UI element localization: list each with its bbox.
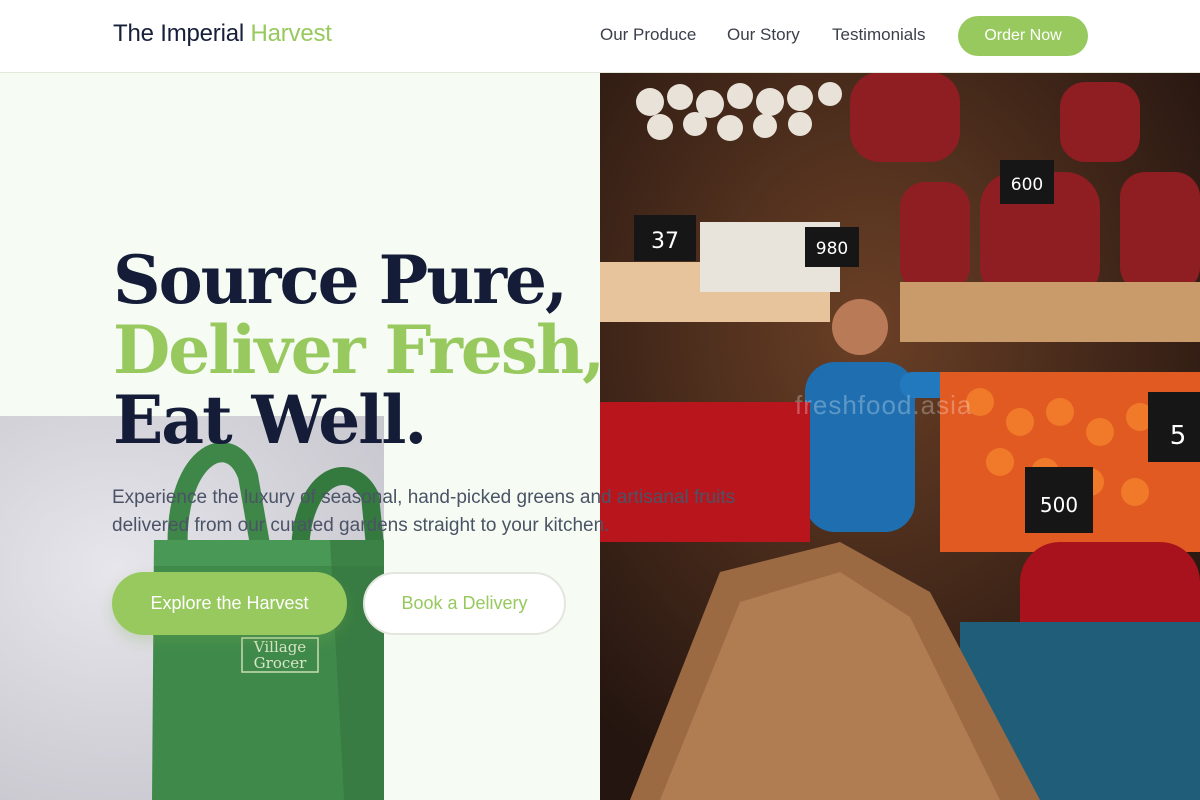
price-tag-5: 5 [1170, 421, 1187, 451]
hero-heading-line-2: Deliver Fresh, [113, 311, 605, 389]
brand-name-accent: Harvest [250, 20, 332, 47]
order-now-button[interactable]: Order Now [958, 16, 1088, 56]
hero-heading-line-1: Source Pure, [113, 241, 568, 319]
price-tag-1: 600 [1011, 175, 1043, 195]
image-watermark: freshfood.asia [795, 390, 973, 420]
hero-heading-line-3: Eat Well. [113, 381, 427, 459]
hero-subtitle: Experience the luxury of seasonal, hand-… [112, 487, 736, 536]
book-delivery-button[interactable]: Book a Delivery [363, 572, 566, 635]
brand-logo[interactable]: The Imperial Harvest [113, 20, 332, 48]
site-header: The Imperial Harvest Our Produce Our Sto… [0, 0, 1200, 73]
price-tag-4: 500 [1040, 493, 1078, 517]
explore-harvest-button[interactable]: Explore the Harvest [112, 572, 347, 635]
price-tag-2: 980 [816, 239, 848, 259]
nav-link-our-produce[interactable]: Our Produce [600, 25, 696, 45]
market-stall-illustration: 600 980 37 500 5 [600, 72, 1200, 800]
hero-heading: Source Pure, Deliver Fresh, Eat Well. [113, 241, 605, 459]
brand-name: The Imperial [113, 20, 244, 47]
price-tag-3: 37 [651, 229, 679, 254]
market-stall-image: 600 980 37 500 5 freshfood.asia [600, 72, 1200, 800]
nav-link-testimonials[interactable]: Testimonials [832, 25, 926, 45]
nav-link-our-story[interactable]: Our Story [727, 25, 800, 45]
bag-print-line2: Grocer [254, 654, 307, 672]
